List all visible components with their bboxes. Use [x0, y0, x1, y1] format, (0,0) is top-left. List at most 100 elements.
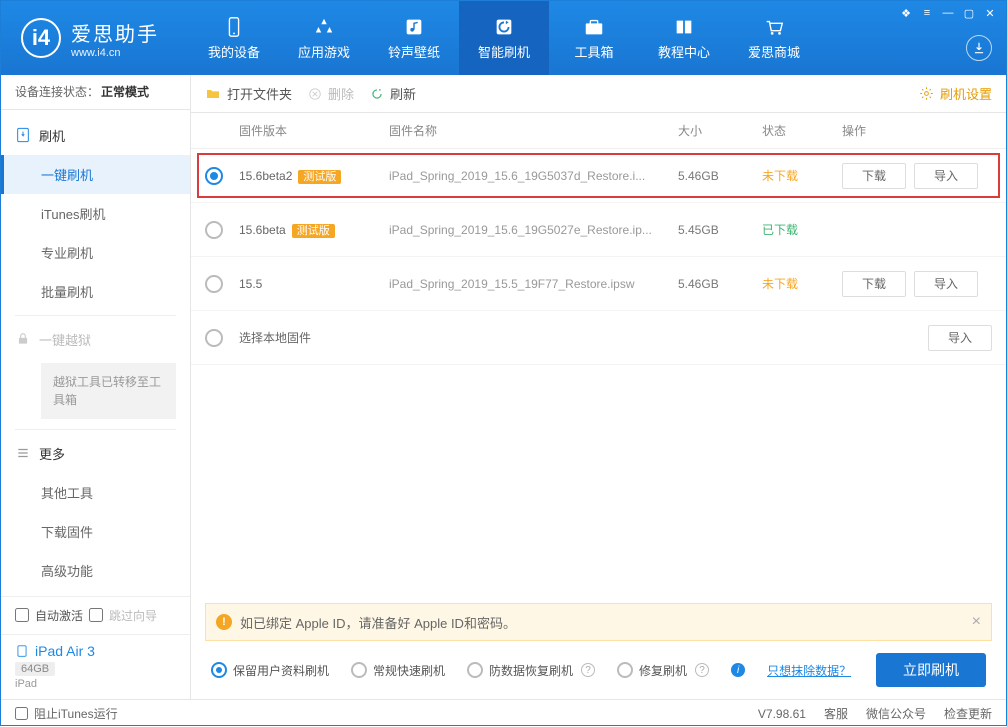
- firmware-row[interactable]: 15.6beta测试版 iPad_Spring_2019_15.6_19G502…: [191, 203, 1006, 257]
- nav-toolbox[interactable]: 工具箱: [549, 1, 639, 75]
- sidebar-item-download-fw[interactable]: 下载固件: [1, 512, 190, 551]
- refresh-icon: [370, 87, 384, 101]
- window-controls: ❖ ≡ — ▢ ✕: [896, 5, 1000, 21]
- firmware-filename: iPad_Spring_2019_15.6_19G5037d_Restore.i…: [389, 169, 678, 183]
- help-icon[interactable]: ?: [695, 663, 709, 677]
- firmware-version: 15.5: [239, 277, 262, 291]
- erase-only-link[interactable]: 只想抹除数据？: [767, 662, 851, 679]
- more-icon: [15, 445, 31, 461]
- nav-my-device[interactable]: 我的设备: [189, 1, 279, 75]
- import-local-button[interactable]: 导入: [928, 325, 992, 351]
- firmware-version: 15.6beta2: [239, 169, 292, 183]
- device-type: iPad: [15, 678, 176, 690]
- main-nav: 我的设备 应用游戏 铃声壁纸 智能刷机 工具箱 教程中心 爱思商城: [189, 1, 819, 75]
- info-icon: i: [731, 663, 745, 677]
- alert-close-button[interactable]: ×: [972, 613, 981, 631]
- firmware-row[interactable]: 15.5 iPad_Spring_2019_15.5_19F77_Restore…: [191, 257, 1006, 311]
- close-button[interactable]: ✕: [980, 5, 1000, 21]
- flash-now-button[interactable]: 立即刷机: [876, 653, 986, 687]
- opt-anti-recover[interactable]: 防数据恢复刷机?: [467, 662, 595, 679]
- local-firmware-row[interactable]: 选择本地固件 导入: [191, 311, 1006, 365]
- firmware-status: 未下载: [762, 275, 842, 292]
- cart-icon: [763, 16, 785, 38]
- firmware-row[interactable]: 15.6beta2 测试版 iPad_Spring_2019_15.6_19G50…: [191, 149, 1006, 203]
- connection-status: 设备连接状态：正常模式: [1, 75, 190, 110]
- opt-normal[interactable]: 常规快速刷机: [351, 662, 445, 679]
- device-capacity: 64GB: [15, 662, 55, 676]
- device-card[interactable]: iPad Air 3 64GB iPad: [1, 634, 190, 699]
- opt-keep-data[interactable]: 保留用户资料刷机: [211, 662, 329, 679]
- delete-button[interactable]: 删除: [308, 84, 354, 103]
- sidebar-item-itunes[interactable]: iTunes刷机: [1, 194, 190, 233]
- nav-ringtones[interactable]: 铃声壁纸: [369, 1, 459, 75]
- appleid-alert: ! 如已绑定 Apple ID，请准备好 Apple ID和密码。 ×: [205, 603, 992, 641]
- nav-flash[interactable]: 智能刷机: [459, 1, 549, 75]
- maximize-button[interactable]: ▢: [959, 5, 979, 21]
- firmware-size: 5.45GB: [678, 223, 762, 237]
- gear-icon: [919, 86, 934, 101]
- import-button[interactable]: 导入: [914, 271, 978, 297]
- nav-store[interactable]: 爱思商城: [729, 1, 819, 75]
- toolbar: 打开文件夹 删除 刷新 刷机设置: [191, 75, 1006, 113]
- footer-support[interactable]: 客服: [824, 705, 848, 722]
- sidebar-item-advanced[interactable]: 高级功能: [1, 551, 190, 590]
- firmware-radio[interactable]: [205, 167, 223, 185]
- tablet-icon: [15, 644, 29, 658]
- download-button[interactable]: 下载: [842, 163, 906, 189]
- sidebar-flash-head[interactable]: 刷机: [1, 116, 190, 155]
- col-ops: 操作: [842, 122, 992, 139]
- skip-guide-checkbox[interactable]: 跳过向导: [89, 607, 157, 624]
- skin-button[interactable]: ❖: [896, 5, 916, 21]
- footer: 阻止iTunes运行 V7.98.61 客服 微信公众号 检查更新: [1, 699, 1006, 727]
- col-version: 固件版本: [239, 122, 389, 139]
- device-icon: [223, 16, 245, 38]
- open-folder-button[interactable]: 打开文件夹: [205, 84, 292, 103]
- footer-wechat[interactable]: 微信公众号: [866, 705, 926, 722]
- firmware-filename: iPad_Spring_2019_15.6_19G5027e_Restore.i…: [389, 223, 678, 237]
- book-icon: [673, 16, 695, 38]
- beta-tag: 测试版: [292, 224, 335, 238]
- download-button[interactable]: 下载: [842, 271, 906, 297]
- app-header: i4 爱思助手 www.i4.cn 我的设备 应用游戏 铃声壁纸 智能刷机 工具…: [1, 1, 1006, 75]
- main-panel: 打开文件夹 删除 刷新 刷机设置 固件版本 固件名称 大小 状态 操作 15.6…: [191, 75, 1006, 699]
- sidebar: 设备连接状态：正常模式 刷机 一键刷机 iTunes刷机 专业刷机 批量刷机 一…: [1, 75, 191, 699]
- block-itunes-checkbox[interactable]: 阻止iTunes运行: [15, 705, 118, 722]
- menu-button[interactable]: ≡: [917, 5, 937, 21]
- sidebar-item-batch[interactable]: 批量刷机: [1, 272, 190, 311]
- flash-settings-button[interactable]: 刷机设置: [919, 84, 992, 103]
- lock-icon: [15, 331, 31, 347]
- device-name: iPad Air 3: [15, 643, 176, 659]
- firmware-size: 5.46GB: [678, 277, 762, 291]
- toolbox-icon: [583, 16, 605, 38]
- radio-local[interactable]: [205, 329, 223, 347]
- refresh-button[interactable]: 刷新: [370, 84, 416, 103]
- auto-activate-checkbox[interactable]: 自动激活: [15, 607, 83, 624]
- firmware-radio[interactable]: [205, 275, 223, 293]
- import-button[interactable]: 导入: [914, 163, 978, 189]
- sidebar-item-pro[interactable]: 专业刷机: [1, 233, 190, 272]
- sidebar-item-oneclick[interactable]: 一键刷机: [1, 155, 190, 194]
- firmware-size: 5.46GB: [678, 169, 762, 183]
- folder-icon: [205, 86, 221, 102]
- sidebar-more-head[interactable]: 更多: [1, 434, 190, 473]
- sidebar-item-other[interactable]: 其他工具: [1, 473, 190, 512]
- apps-icon: [313, 16, 335, 38]
- beta-tag: 测试版: [298, 170, 341, 184]
- app-version: V7.98.61: [758, 707, 806, 721]
- opt-repair[interactable]: 修复刷机?: [617, 662, 709, 679]
- table-header: 固件版本 固件名称 大小 状态 操作: [191, 113, 1006, 149]
- download-manager-icon[interactable]: [966, 35, 992, 61]
- nav-tutorials[interactable]: 教程中心: [639, 1, 729, 75]
- col-status: 状态: [762, 122, 842, 139]
- firmware-filename: iPad_Spring_2019_15.5_19F77_Restore.ipsw: [389, 277, 678, 291]
- music-icon: [403, 16, 425, 38]
- help-icon[interactable]: ?: [581, 663, 595, 677]
- footer-update[interactable]: 检查更新: [944, 705, 992, 722]
- app-logo-icon: i4: [21, 18, 61, 58]
- app-title: 爱思助手: [71, 18, 159, 47]
- firmware-radio[interactable]: [205, 221, 223, 239]
- flash-small-icon: [15, 127, 31, 143]
- nav-apps[interactable]: 应用游戏: [279, 1, 369, 75]
- minimize-button[interactable]: —: [938, 5, 958, 21]
- sidebar-jailbreak-head: 一键越狱: [1, 320, 190, 359]
